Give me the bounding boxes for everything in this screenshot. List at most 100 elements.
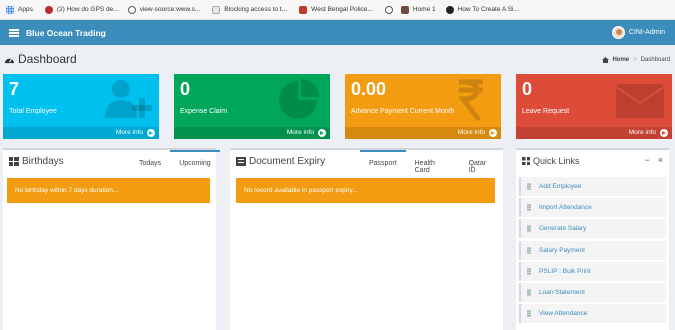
more-info-text: More info — [286, 129, 314, 136]
globe-icon — [127, 5, 136, 14]
bookmark-label: How To Create A Si... — [457, 6, 519, 13]
drag-handle-icon — [527, 246, 531, 254]
quick-link-label: Loan Statement — [539, 288, 585, 296]
bookmark-label: Blocking access to t... — [224, 6, 288, 13]
leave-request-box: 0 Leave Request More info — [516, 74, 672, 139]
advance-payment-box: 0.00 Advance Payment Current Month More … — [345, 74, 501, 139]
stat-value: 0 — [180, 79, 191, 99]
bookmark-label: Home 1 — [412, 6, 436, 13]
drag-handle-icon — [527, 288, 531, 296]
no-passport-record-alert: No record available in passport expiry..… — [236, 178, 495, 203]
rupee-icon — [457, 79, 483, 122]
quick-links-list: Add Employee Import Attendance Generate … — [519, 177, 666, 325]
document-tabs: Passport Health Card Qatar ID — [360, 150, 503, 180]
page-title-text: Dashboard — [18, 52, 77, 66]
quick-link-import-attendance[interactable]: Import Attendance — [519, 198, 666, 218]
quora-icon — [44, 5, 53, 14]
birthdays-panel: Birthdays Todays Upcoming No birthday wi… — [3, 148, 220, 330]
arrow-circle-right-icon — [660, 129, 668, 137]
police-badge-icon — [299, 5, 308, 14]
tab-todays[interactable]: Todays — [130, 150, 170, 173]
circle-site-icon — [445, 5, 454, 14]
quick-links-title: Quick Links — [522, 156, 580, 166]
user-plus-icon — [105, 80, 152, 118]
bookmark-home[interactable]: Home 1 — [400, 5, 436, 14]
apps-grid-icon — [6, 5, 14, 14]
tab-passport[interactable]: Passport — [360, 150, 406, 180]
more-info-link[interactable]: More info — [174, 127, 330, 139]
bookmark-label: Apps — [18, 6, 33, 13]
content-header: Dashboard Home > Dashboard — [0, 50, 675, 70]
arrow-circle-right-icon — [489, 129, 497, 137]
document-expiry-panel: Document Expiry Passport Health Card Qat… — [230, 148, 503, 330]
pie-chart-icon — [279, 79, 319, 119]
quick-link-generate-salary[interactable]: Generate Salary — [519, 219, 666, 239]
home-site-icon — [400, 5, 409, 14]
stat-label: Advance Payment Current Month — [351, 108, 455, 115]
panel-title-text: Birthdays — [22, 156, 64, 167]
quick-link-view-attendance[interactable]: View Attendance — [519, 304, 666, 324]
panel-title-text: Document Expiry — [249, 156, 326, 167]
th-large-icon — [522, 157, 530, 165]
expense-claim-box: 0 Expense Claim More info — [174, 74, 330, 139]
tab-health-card[interactable]: Health Card — [406, 150, 460, 180]
panel-title-text: Quick Links — [533, 156, 580, 166]
document-icon — [236, 157, 246, 166]
quick-link-label: PSLIP : Bulk Print — [539, 267, 591, 275]
top-navbar: Blue Ocean Trading CINI-Admin — [0, 20, 675, 45]
stat-label: Total Employee — [9, 108, 57, 115]
birthdays-title: Birthdays — [9, 156, 64, 167]
bookmark-apps[interactable]: Apps — [6, 5, 33, 14]
quick-link-add-employee[interactable]: Add Employee — [519, 177, 666, 196]
total-employee-box: 7 Total Employee More info — [3, 74, 159, 139]
panel-tools: − × — [644, 155, 663, 165]
page-title: Dashboard — [4, 52, 77, 66]
sidebar-toggle-icon[interactable] — [9, 28, 19, 37]
bookmark-wb-police[interactable]: West Bengal Police... — [299, 5, 373, 14]
minimize-button[interactable]: − — [644, 155, 649, 165]
quick-links-panel: Quick Links − × Add Employee Import Atte… — [516, 148, 669, 330]
document-expiry-title: Document Expiry — [236, 156, 325, 167]
more-info-text: More info — [115, 129, 143, 136]
more-info-text: More info — [628, 129, 656, 136]
quick-link-salary-payment[interactable]: Salary Payment — [519, 240, 666, 260]
breadcrumb: Home > Dashboard — [602, 57, 670, 63]
brand-name[interactable]: Blue Ocean Trading — [26, 28, 106, 38]
home-icon — [602, 57, 610, 63]
stat-value: 0 — [522, 79, 533, 99]
more-info-link[interactable]: More info — [345, 127, 501, 139]
arrow-circle-right-icon — [318, 129, 326, 137]
user-menu[interactable]: CINI-Admin — [611, 26, 665, 39]
page-icon — [212, 5, 221, 14]
breadcrumb-home[interactable]: Home — [612, 57, 629, 63]
close-button[interactable]: × — [658, 155, 663, 165]
more-info-link[interactable]: More info — [516, 127, 672, 139]
drag-handle-icon — [527, 204, 531, 212]
envelope-icon — [615, 84, 665, 118]
quick-link-label: Generate Salary — [539, 225, 587, 233]
bookmark-create-site[interactable]: How To Create A Si... — [445, 5, 519, 14]
quick-link-label: Add Employee — [539, 183, 582, 190]
quick-link-pslip-bulk-print[interactable]: PSLIP : Bulk Print — [519, 261, 666, 281]
quick-link-label: Salary Payment — [539, 246, 585, 254]
breadcrumb-separator: > — [633, 57, 637, 63]
arrow-circle-right-icon — [147, 129, 155, 137]
drag-handle-icon — [527, 225, 531, 233]
globe-icon — [384, 5, 393, 14]
drag-handle-icon — [527, 267, 531, 275]
tab-qatar-id[interactable]: Qatar ID — [460, 150, 503, 180]
bookmark-label: (2) How do GPS de... — [56, 6, 119, 13]
bookmark-label: view-source:www.s... — [139, 6, 201, 13]
bookmark-globe[interactable] — [384, 5, 393, 14]
stat-label: Leave Request — [522, 108, 570, 115]
bookmark-blocking[interactable]: Blocking access to t... — [212, 5, 288, 14]
more-info-text: More info — [457, 129, 485, 136]
tab-upcoming[interactable]: Upcoming — [170, 150, 220, 173]
bookmark-gps[interactable]: (2) How do GPS de... — [44, 5, 119, 14]
drag-handle-icon — [527, 183, 531, 190]
bookmark-view-source[interactable]: view-source:www.s... — [127, 5, 201, 14]
more-info-link[interactable]: More info — [3, 127, 159, 139]
quick-link-loan-statement[interactable]: Loan Statement — [519, 282, 666, 302]
no-birthday-alert: No birthday within 7 days duration... — [7, 178, 210, 203]
birthday-tabs: Todays Upcoming — [130, 150, 220, 173]
